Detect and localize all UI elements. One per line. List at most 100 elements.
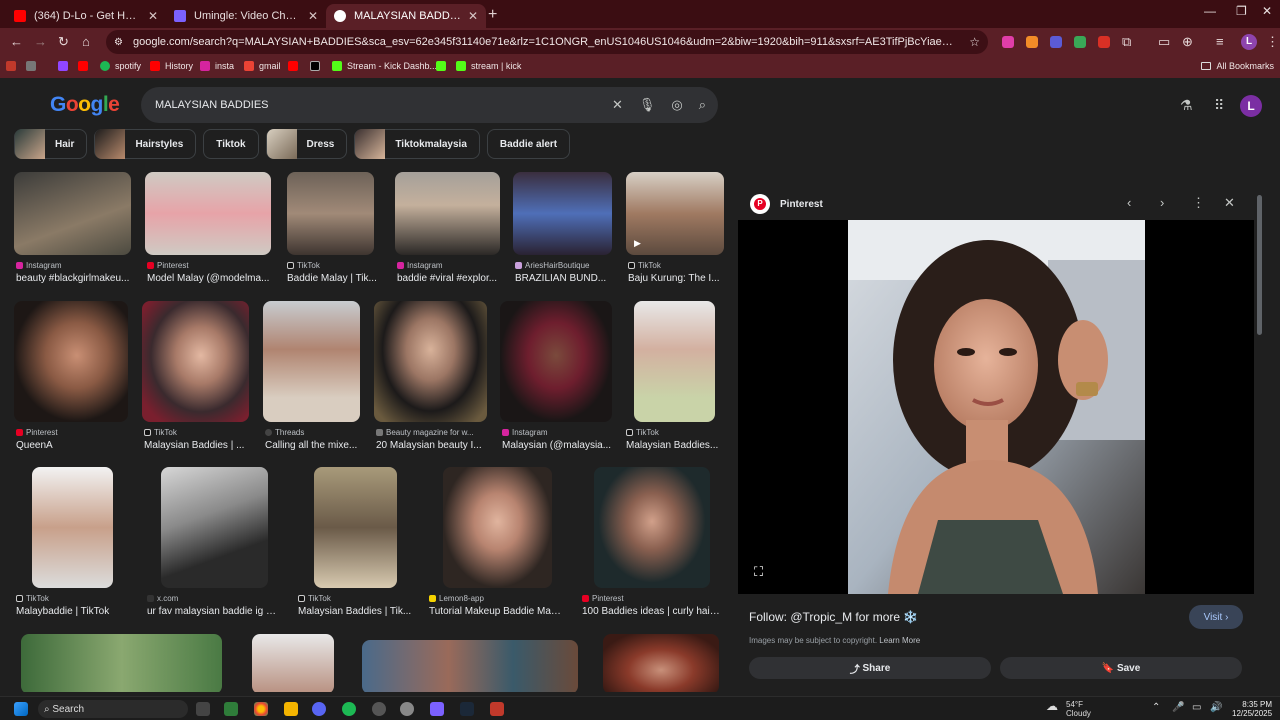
game-icon[interactable] [430,702,444,716]
image-result[interactable]: Instagram beauty #blackgirlmakeu... [14,172,131,284]
settings-icon[interactable] [400,702,414,716]
minimize-icon[interactable]: — [1204,4,1216,18]
lens-search-icon[interactable]: ⛶ [754,564,763,580]
image-result[interactable]: ▶ TikTok Baju Kurung: The I... [626,172,724,284]
bookmark-x[interactable] [310,61,325,71]
bookmark-star-icon[interactable]: ☆ [969,35,980,49]
apps-icon[interactable] [6,61,21,71]
chip-baddie-alert[interactable]: Baddie alert [486,129,571,159]
extension-icon[interactable] [1050,36,1062,48]
extension-icon[interactable] [1002,36,1014,48]
xbox-icon[interactable] [224,702,238,716]
image-result[interactable]: Instagram baddie #viral #explor... [395,172,500,284]
chip-dress[interactable]: Dress [265,129,348,159]
bookmark-gmail[interactable]: gmail [244,61,281,71]
chevron-up-icon[interactable]: ⌃ [1152,702,1160,713]
obs-icon[interactable] [372,702,386,716]
forward-icon[interactable]: → [34,34,47,49]
reading-list-icon[interactable]: ≡ [1216,34,1224,49]
image-result[interactable]: AriesHairBoutique BRAZILIAN BUND... [513,172,612,284]
image-result[interactable]: TikTok Malaysian Baddies | ... [142,301,249,451]
image-result[interactable]: x.com ur fav malaysian baddie ig 👑 [147,467,277,617]
save-button[interactable]: 🔖 Save [1000,657,1242,679]
bookmark-youtube2[interactable] [288,61,303,71]
search-icon[interactable]: ⌕ [699,97,706,113]
address-bar[interactable]: ⚙ google.com/search?q=MALAYSIAN+BADDIES&… [106,30,988,54]
page-scrollbar[interactable] [1257,195,1262,335]
google-logo[interactable]: Google [50,93,120,117]
image-result[interactable]: Threads Calling all the mixe... [263,301,360,451]
apps-grid-icon[interactable]: ⠿ [1214,97,1224,114]
close-icon[interactable]: ✕ [468,9,478,23]
image-result[interactable] [21,634,222,692]
profile-avatar[interactable]: L [1241,34,1257,50]
google-account-avatar[interactable]: L [1240,95,1262,117]
image-result[interactable] [252,634,334,692]
extension-icon[interactable] [1098,36,1110,48]
app-icon[interactable] [490,702,504,716]
preview-source[interactable]: P Pinterest [750,194,823,214]
site-info-icon[interactable]: ⚙ [114,37,123,48]
tab-search-icon[interactable]: ▭ [1158,34,1170,50]
network-icon[interactable]: ▭ [1192,702,1201,713]
weather-widget[interactable]: ☁ 54°F Cloudy [1046,700,1091,718]
image-result[interactable]: TikTok Baddie Malay | Tik... [287,172,377,284]
microphone-icon[interactable]: 🎤 [1172,702,1184,713]
extensions-puzzle-icon[interactable]: ⧉ [1122,34,1131,50]
image-result[interactable]: Pinterest Model Malay (@modelma... [145,172,271,284]
image-result[interactable]: Pinterest QueenA [14,301,128,451]
steam-icon[interactable] [460,702,474,716]
preview-image[interactable] [848,220,1145,594]
clear-icon[interactable]: ✕ [612,97,623,113]
bookmark-twitch[interactable] [58,61,73,71]
image-result[interactable]: TikTok Malaysian Baddies... [626,301,718,451]
back-icon[interactable]: ← [10,34,23,49]
maximize-icon[interactable]: ❐ [1236,4,1247,18]
close-window-icon[interactable]: ✕ [1262,4,1272,18]
task-view-icon[interactable] [196,702,210,716]
image-result[interactable]: TikTok Malaysian Baddies | Tik... [298,467,411,617]
visit-button[interactable]: Visit › [1189,605,1243,629]
previous-icon[interactable]: ‹ [1127,195,1131,210]
image-result[interactable]: Lemon8-app Tutorial Makeup Baddie Mal... [429,467,561,617]
reload-icon[interactable]: ↻ [58,34,69,50]
chip-hairstyles[interactable]: Hairstyles [94,129,197,159]
downloads-icon[interactable]: ⊕ [1182,34,1193,50]
chip-tiktok[interactable]: Tiktok [203,129,259,159]
image-result[interactable]: Pinterest 100 Baddies ideas | curly hair… [582,467,720,617]
bookmark-spotify[interactable]: spotify [100,61,141,71]
clock[interactable]: 8:35 PM 12/25/2025 [1232,700,1272,718]
file-explorer-icon[interactable] [284,702,298,716]
image-result[interactable]: Beauty magazine for w... 20 Malaysian be… [374,301,487,451]
bookmark-kick-dashboard[interactable]: Stream - Kick Dashb... [332,61,437,71]
lens-icon[interactable]: ◎ [671,97,682,113]
extension-icon[interactable] [1026,36,1038,48]
discord-icon[interactable] [312,702,326,716]
chrome-icon[interactable] [254,702,268,716]
next-icon[interactable]: › [1160,195,1164,210]
share-button[interactable]: ⤴ Share [749,657,991,679]
windows-start-icon[interactable] [14,702,28,716]
search-input[interactable]: MALAYSIAN BADDIES [155,99,269,111]
extension-icon[interactable] [1074,36,1086,48]
mic-icon[interactable]: 🎙 [639,97,656,113]
volume-icon[interactable]: 🔊 [1210,702,1222,713]
close-icon[interactable]: ✕ [1224,195,1235,211]
home-icon[interactable]: ⌂ [82,34,90,49]
close-icon[interactable]: ✕ [148,9,158,23]
all-bookmarks[interactable]: All Bookmarks [1201,61,1274,71]
bookmark-stream-kick[interactable]: stream | kick [456,61,521,71]
close-icon[interactable]: ✕ [308,9,318,23]
image-result[interactable]: Instagram Malaysian (@malaysia... [500,301,612,451]
chip-hair[interactable]: Hair [14,129,88,159]
tab-google[interactable]: MALAYSIAN BADDIES - Google ✕ [326,4,486,28]
tab-youtube[interactable]: (364) D-Lo - Get Her Tho ft. Ty... ✕ [6,4,166,28]
learn-more-link[interactable]: Learn More [879,636,920,645]
more-options-icon[interactable]: ⋮ [1192,195,1205,211]
search-box[interactable]: MALAYSIAN BADDIES ✕ 🎙 ◎ ⌕ [141,87,718,123]
bookmark-insta[interactable]: insta [200,61,234,71]
bookmark-youtube[interactable] [78,61,93,71]
tab-umingle[interactable]: Umingle: Video Chat with S ✕ [166,4,326,28]
chip-tiktokmalaysia[interactable]: Tiktokmalaysia [354,129,480,159]
taskbar-search[interactable]: ⌕ Search [38,700,188,718]
